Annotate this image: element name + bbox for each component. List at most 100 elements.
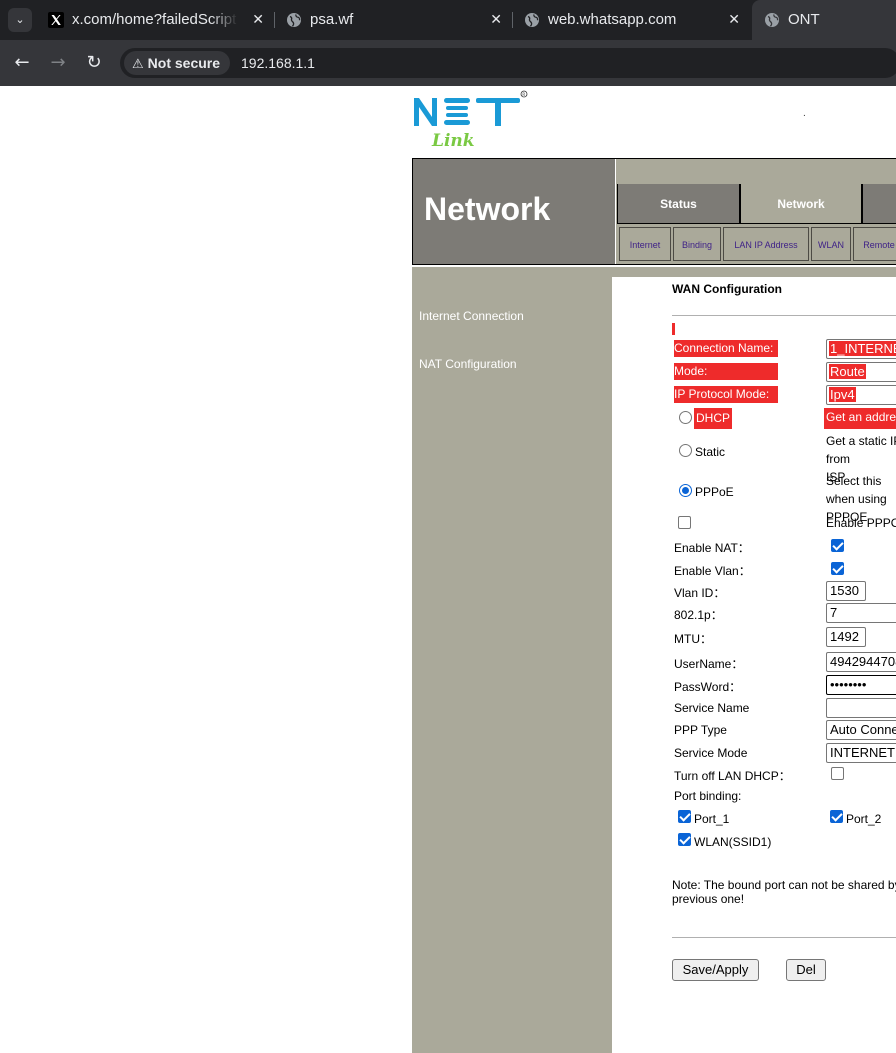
browser-tab-bar: ⌄ x.com/home?failedScript ✕ psa.wf ✕ web… (0, 0, 896, 40)
tab-status[interactable]: Status (617, 184, 740, 224)
tab-network[interactable]: Network (740, 184, 862, 224)
tab-title-fade (210, 0, 238, 40)
mode-select[interactable]: Route (826, 362, 896, 382)
port-2-label: Port_2 (846, 812, 882, 826)
pppoe-desc-line: Select this when using (826, 474, 887, 506)
connection-name-select[interactable]: 1_INTERNET (826, 339, 896, 359)
tab-search-menu-button[interactable]: ⌄ (8, 8, 32, 32)
delete-button[interactable]: Del (786, 959, 826, 981)
enable-vlan-label: Enable Vlan： (674, 564, 751, 578)
service-name-label: Service Name (674, 701, 750, 715)
back-arrow-icon[interactable]: ← (10, 51, 34, 75)
connection-name-value: 1_INTERNET (829, 341, 896, 356)
globe-icon (765, 13, 779, 27)
browser-tab-psa[interactable]: psa.wf ✕ (274, 0, 512, 40)
service-name-input[interactable] (826, 698, 896, 718)
subtab-remote[interactable]: Remote (853, 227, 896, 261)
security-chip[interactable]: ⚠ Not secure (124, 51, 231, 75)
enable-pppoe-label: Enable PPPOE (826, 516, 896, 530)
service-mode-select[interactable]: INTERNET (826, 743, 896, 763)
tab-next[interactable] (862, 184, 896, 224)
ppp-type-label: PPP Type (674, 723, 727, 737)
password-input[interactable]: •••••••• (826, 675, 896, 695)
save-apply-button[interactable]: Save/Apply (672, 959, 759, 981)
password-label: PassWord： (674, 680, 742, 694)
port-binding-label: Port binding: (674, 789, 742, 803)
enable-nat-checkbox[interactable] (831, 539, 844, 552)
page-title: Network (424, 191, 551, 227)
subtab-lan-ip-address[interactable]: LAN IP Address (723, 227, 809, 261)
dhcp-description: Get an address automatically (824, 408, 896, 429)
header-title-box: Network (413, 159, 615, 264)
sidebar-item-internet-connection[interactable]: Internet Connection (419, 309, 524, 323)
globe-icon (525, 13, 539, 27)
mode-value: Route (829, 364, 866, 379)
content-top-strip (612, 267, 896, 277)
static-label: Static (695, 445, 726, 459)
enable-vlan-checkbox[interactable] (831, 562, 844, 575)
dhcp-label: DHCP (694, 408, 733, 429)
subtab-wlan[interactable]: WLAN (811, 227, 851, 261)
browser-tab-ont[interactable]: ONT (752, 0, 896, 40)
note-line: previous one! (672, 892, 745, 906)
8021p-select[interactable]: 7 (826, 603, 896, 623)
header-nav: Status Network Internet Binding LAN IP A… (616, 159, 896, 264)
red-marker (672, 323, 675, 335)
router-header: Network Status Network Internet Binding … (412, 158, 896, 265)
security-label: Not secure (147, 55, 221, 71)
turn-off-lan-dhcp-label: Turn off LAN DHCP： (674, 769, 791, 783)
service-mode-label: Service Mode (674, 746, 748, 760)
connection-name-label: Connection Name: (674, 340, 778, 357)
x-logo-icon (48, 12, 64, 28)
port-1-label: Port_1 (694, 812, 730, 826)
binding-note: Note: The bound port can not be shared b… (672, 878, 896, 906)
close-icon[interactable]: ✕ (490, 0, 502, 40)
turn-off-lan-dhcp-checkbox[interactable] (831, 767, 844, 780)
divider (672, 937, 896, 938)
mtu-input[interactable]: 1492 (826, 627, 866, 647)
close-icon[interactable]: ✕ (728, 0, 740, 40)
svg-text:R: R (522, 92, 525, 97)
subtab-internet[interactable]: Internet (619, 227, 671, 261)
warning-triangle-icon: ⚠ (132, 57, 144, 72)
wlan-ssid1-label: WLAN(SSID1) (694, 835, 772, 849)
subtab-binding[interactable]: Binding (673, 227, 721, 261)
url-text: 192.168.1.1 (241, 55, 315, 71)
vlan-id-label: Vlan ID： (674, 586, 726, 600)
address-bar[interactable]: ⚠ Not secure 192.168.1.1 (120, 48, 896, 78)
port-1-checkbox[interactable] (678, 810, 691, 823)
browser-tab-x[interactable]: x.com/home?failedScript ✕ (36, 0, 274, 40)
tab-title: psa.wf (310, 11, 354, 28)
logo-link-text: Link (431, 131, 475, 150)
close-icon[interactable]: ✕ (252, 0, 264, 40)
ip-protocol-label: IP Protocol Mode: (674, 386, 778, 403)
ppp-type-select[interactable]: Auto Connect (826, 720, 896, 740)
mtu-label: MTU： (674, 632, 712, 646)
sidebar-item-nat-configuration[interactable]: NAT Configuration (419, 357, 517, 371)
mode-label: Mode: (674, 363, 778, 380)
static-radio[interactable] (679, 444, 692, 457)
reload-icon[interactable]: ↻ (82, 51, 106, 75)
divider (672, 315, 896, 316)
enable-nat-label: Enable NAT： (674, 541, 750, 555)
wan-config-panel: WAN Configuration Connection Name: 1_INT… (612, 277, 896, 1053)
static-desc-line: Get a static IP from (826, 434, 896, 466)
browser-tab-whatsapp[interactable]: web.whatsapp.com ✕ (512, 0, 750, 40)
username-input[interactable]: 4942944708 (826, 652, 896, 672)
netlink-logo: R Link (414, 90, 528, 150)
pppoe-proxy-checkbox[interactable] (678, 516, 691, 529)
ip-protocol-select[interactable]: Ipv4 (826, 385, 896, 405)
router-page: R Link . Network Status Network Internet… (0, 86, 896, 1053)
tab-title: ONT (788, 11, 820, 28)
note-line: Note: The bound port can not be shared b… (672, 878, 896, 892)
dhcp-radio[interactable] (679, 411, 692, 424)
pppoe-label: PPPoE (695, 485, 734, 499)
wlan-ssid1-checkbox[interactable] (678, 833, 691, 846)
pppoe-radio[interactable] (679, 484, 692, 497)
vlan-id-input[interactable]: 1530 (826, 581, 866, 601)
8021p-label: 802.1p： (674, 608, 723, 622)
globe-icon (287, 13, 301, 27)
forward-arrow-icon[interactable]: → (46, 51, 70, 75)
section-title: WAN Configuration (672, 282, 782, 296)
port-2-checkbox[interactable] (830, 810, 843, 823)
